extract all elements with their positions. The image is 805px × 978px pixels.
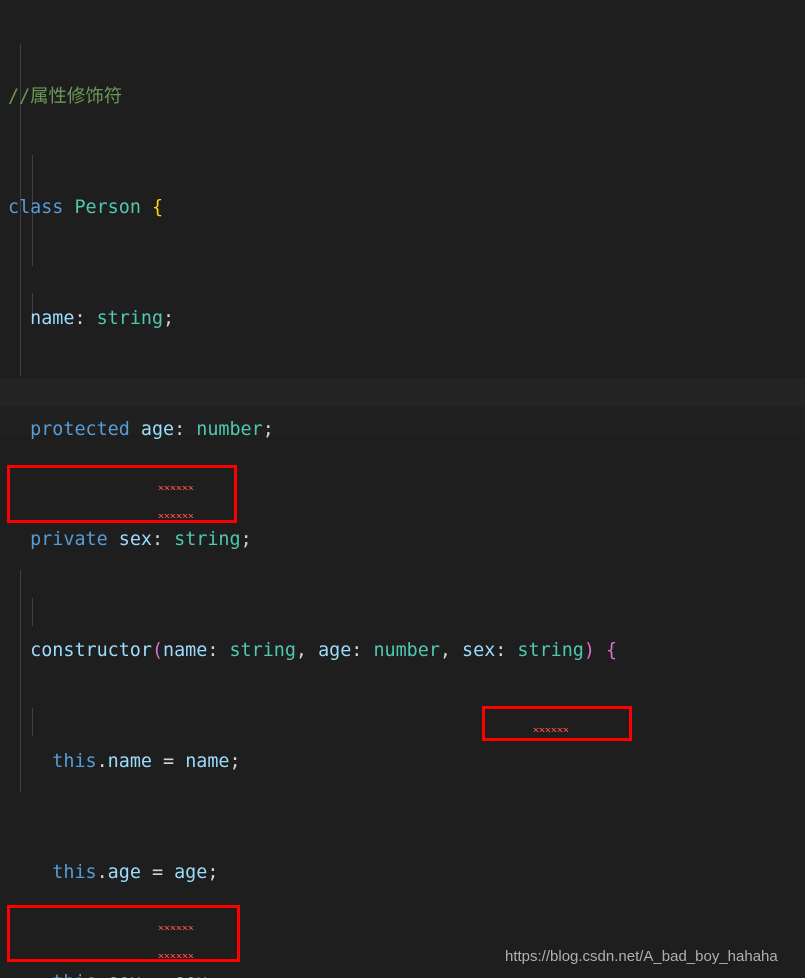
- prop-age: age: [140, 418, 175, 440]
- comment-token: //属性修饰符: [8, 86, 123, 108]
- keyword-this: this: [52, 750, 97, 772]
- keyword-private: private: [30, 529, 108, 551]
- type-string: string: [96, 307, 164, 329]
- watermark-url: https://blog.csdn.net/A_bad_boy_hahaha: [505, 948, 778, 965]
- code-line-4[interactable]: protected age: number;: [0, 416, 805, 444]
- keyword-protected: protected: [30, 418, 130, 440]
- param-age: age: [318, 640, 352, 662]
- type-person: Person: [74, 196, 141, 218]
- prop-name: name: [30, 307, 75, 329]
- param-sex: sex: [462, 640, 496, 662]
- type-number: number: [196, 418, 263, 440]
- code-line-6[interactable]: constructor(name: string, age: number, s…: [0, 637, 805, 665]
- code-line-1[interactable]: //属性修饰符: [0, 83, 805, 111]
- code-line-9[interactable]: this.sex = sex;: [0, 969, 805, 978]
- code-editor-screenshot: //属性修饰符 class Person { name: string; pro…: [0, 0, 805, 978]
- code-line-3[interactable]: name: string;: [0, 305, 805, 333]
- keyword-constructor: constructor: [30, 640, 152, 662]
- code-line-5[interactable]: private sex: string;: [0, 526, 805, 554]
- type-string: string: [174, 529, 241, 551]
- code-line-2[interactable]: class Person {: [0, 194, 805, 222]
- brace-open: {: [151, 196, 164, 218]
- keyword-class: class: [8, 196, 64, 218]
- code-line-7[interactable]: this.name = name;: [0, 748, 805, 776]
- prop-sex: sex: [118, 529, 152, 551]
- code-line-8[interactable]: this.age = age;: [0, 859, 805, 887]
- param-name: name: [163, 640, 208, 662]
- code-content[interactable]: //属性修饰符 class Person { name: string; pro…: [0, 0, 805, 978]
